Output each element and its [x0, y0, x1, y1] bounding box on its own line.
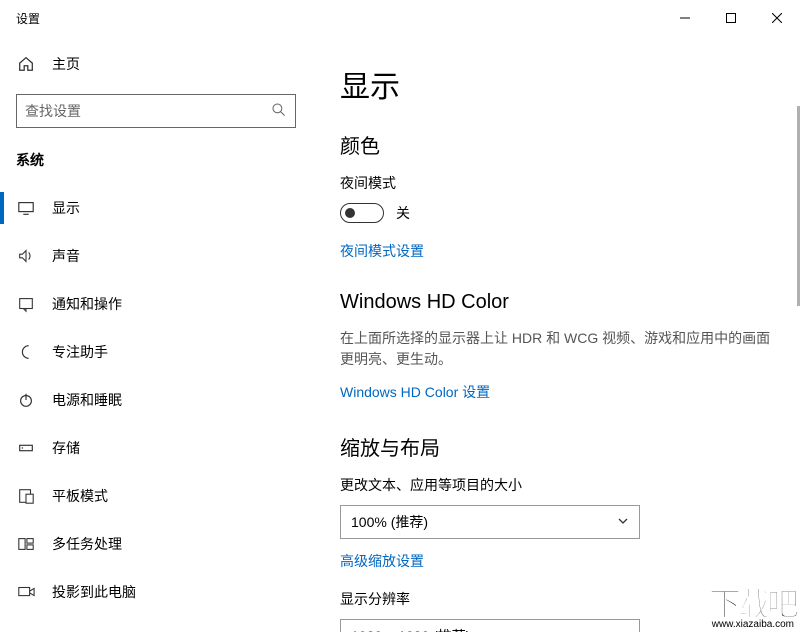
nav-power-sleep[interactable]: 电源和睡眠	[0, 376, 312, 424]
nav-label: 存储	[52, 438, 80, 458]
nav-label: 通知和操作	[52, 294, 122, 314]
nav-sound[interactable]: 声音	[0, 232, 312, 280]
maximize-button[interactable]	[708, 2, 754, 34]
storage-icon	[16, 439, 36, 457]
nav-label: 声音	[52, 246, 80, 266]
page-heading: 显示	[340, 62, 772, 106]
nav-project[interactable]: 投影到此电脑	[0, 568, 312, 616]
home-label: 主页	[52, 54, 80, 74]
nav-label: 多任务处理	[52, 534, 122, 554]
advanced-scaling-link[interactable]: 高级缩放设置	[340, 551, 424, 571]
night-mode-toggle[interactable]: 关	[340, 203, 772, 223]
project-icon	[16, 583, 36, 601]
home-icon	[16, 55, 36, 73]
nav-label: 显示	[52, 198, 80, 218]
hdcolor-settings-link[interactable]: Windows HD Color 设置	[340, 382, 490, 402]
watermark-text: 下载吧	[709, 588, 796, 620]
section-scale: 缩放与布局	[340, 432, 772, 461]
power-icon	[16, 391, 36, 409]
resolution-label: 显示分辨率	[340, 589, 772, 609]
nav-tablet-mode[interactable]: 平板模式	[0, 472, 312, 520]
search-box[interactable]	[16, 94, 296, 128]
resolution-select[interactable]: 1920 × 1080 (推荐)	[340, 619, 640, 632]
close-button[interactable]	[754, 2, 800, 34]
window-title: 设置	[16, 10, 40, 27]
nav-storage[interactable]: 存储	[0, 424, 312, 472]
section-color: 颜色	[340, 130, 772, 159]
toggle-state-text: 关	[396, 203, 410, 223]
notification-icon	[16, 295, 36, 313]
nav-label: 投影到此电脑	[52, 582, 136, 602]
sidebar: 主页 系统 显示 声音 通知和操作	[0, 36, 312, 632]
toggle-thumb	[345, 208, 355, 218]
search-icon	[271, 102, 287, 121]
textsize-select[interactable]: 100% (推荐)	[340, 505, 640, 539]
nav-multitasking[interactable]: 多任务处理	[0, 520, 312, 568]
multitask-icon	[16, 535, 36, 553]
sidebar-category: 系统	[0, 146, 312, 184]
textsize-value: 100% (推荐)	[351, 512, 428, 532]
watermark-url: www.xiazaiba.com	[709, 620, 796, 630]
watermark: 下载吧 www.xiazaiba.com	[709, 588, 796, 630]
tablet-icon	[16, 487, 36, 505]
resolution-value: 1920 × 1080 (推荐)	[351, 626, 470, 632]
nav-label: 专注助手	[52, 342, 108, 362]
display-icon	[16, 199, 36, 217]
chevron-down-icon	[617, 628, 629, 632]
nav-focus-assist[interactable]: 专注助手	[0, 328, 312, 376]
main-content: 显示 颜色 夜间模式 关 夜间模式设置 Windows HD Color 在上面…	[312, 36, 800, 632]
textsize-label: 更改文本、应用等项目的大小	[340, 475, 772, 495]
chevron-down-icon	[617, 514, 629, 530]
nav-display[interactable]: 显示	[0, 184, 312, 232]
minimize-button[interactable]	[662, 2, 708, 34]
night-mode-label: 夜间模式	[340, 173, 772, 193]
toggle-track	[340, 203, 384, 223]
nav-label: 平板模式	[52, 486, 108, 506]
moon-icon	[16, 343, 36, 361]
nav-label: 电源和睡眠	[52, 390, 122, 410]
search-input[interactable]	[25, 103, 271, 119]
home-nav[interactable]: 主页	[0, 44, 312, 84]
section-hdcolor: Windows HD Color	[340, 291, 772, 314]
sound-icon	[16, 247, 36, 265]
hdcolor-description: 在上面所选择的显示器上让 HDR 和 WCG 视频、游戏和应用中的画面更明亮、更…	[340, 328, 772, 370]
nav-notifications[interactable]: 通知和操作	[0, 280, 312, 328]
night-mode-settings-link[interactable]: 夜间模式设置	[340, 241, 424, 261]
